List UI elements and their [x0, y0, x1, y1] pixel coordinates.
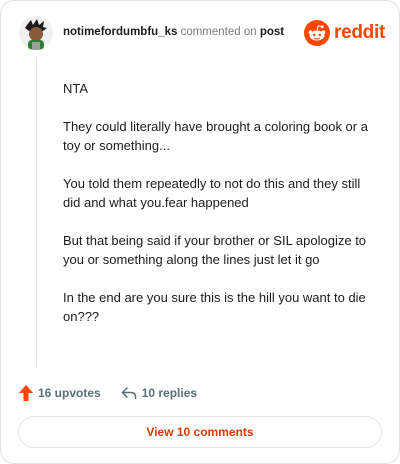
comment-paragraph: NTA [63, 81, 89, 96]
comment-body: NTA They could literally have brought a … [63, 79, 379, 345]
comment-paragraph: In the end are you sure this is the hill… [63, 290, 366, 324]
comment-header: notimefordumbfu_ks commented on post red… [19, 15, 385, 51]
comment-meta: notimefordumbfu_ks commented on post [63, 26, 284, 38]
view-comments-label: View 10 comments [146, 425, 254, 439]
comment-card: notimefordumbfu_ks commented on post red… [0, 0, 400, 464]
comment-paragraph: But that being said if your brother or S… [63, 233, 367, 267]
reddit-logo-icon [304, 20, 331, 46]
comment-paragraph: You told them repeatedly to not do this … [63, 176, 361, 210]
replies-button[interactable]: 10 replies [121, 386, 197, 400]
upvote-arrow-icon [19, 385, 33, 401]
reddit-brand[interactable]: reddit [304, 18, 385, 48]
comment-paragraph: They could literally have brought a colo… [63, 119, 368, 153]
reply-arrow-icon [121, 387, 136, 400]
view-comments-button[interactable]: View 10 comments [18, 416, 382, 448]
replies-count: 10 replies [141, 386, 198, 400]
commented-on-text: commented on [180, 26, 257, 38]
avatar-image [19, 16, 53, 50]
comment-actions: 16 upvotes 10 replies [19, 383, 197, 403]
brand-wordmark: reddit [334, 22, 385, 43]
username-link[interactable]: notimefordumbfu_ks [63, 26, 177, 38]
post-link[interactable]: post [260, 26, 284, 38]
thread-line [36, 59, 37, 367]
upvote-count: 16 upvotes [38, 386, 101, 400]
avatar[interactable] [19, 16, 53, 50]
upvote-button[interactable]: 16 upvotes [19, 385, 101, 401]
